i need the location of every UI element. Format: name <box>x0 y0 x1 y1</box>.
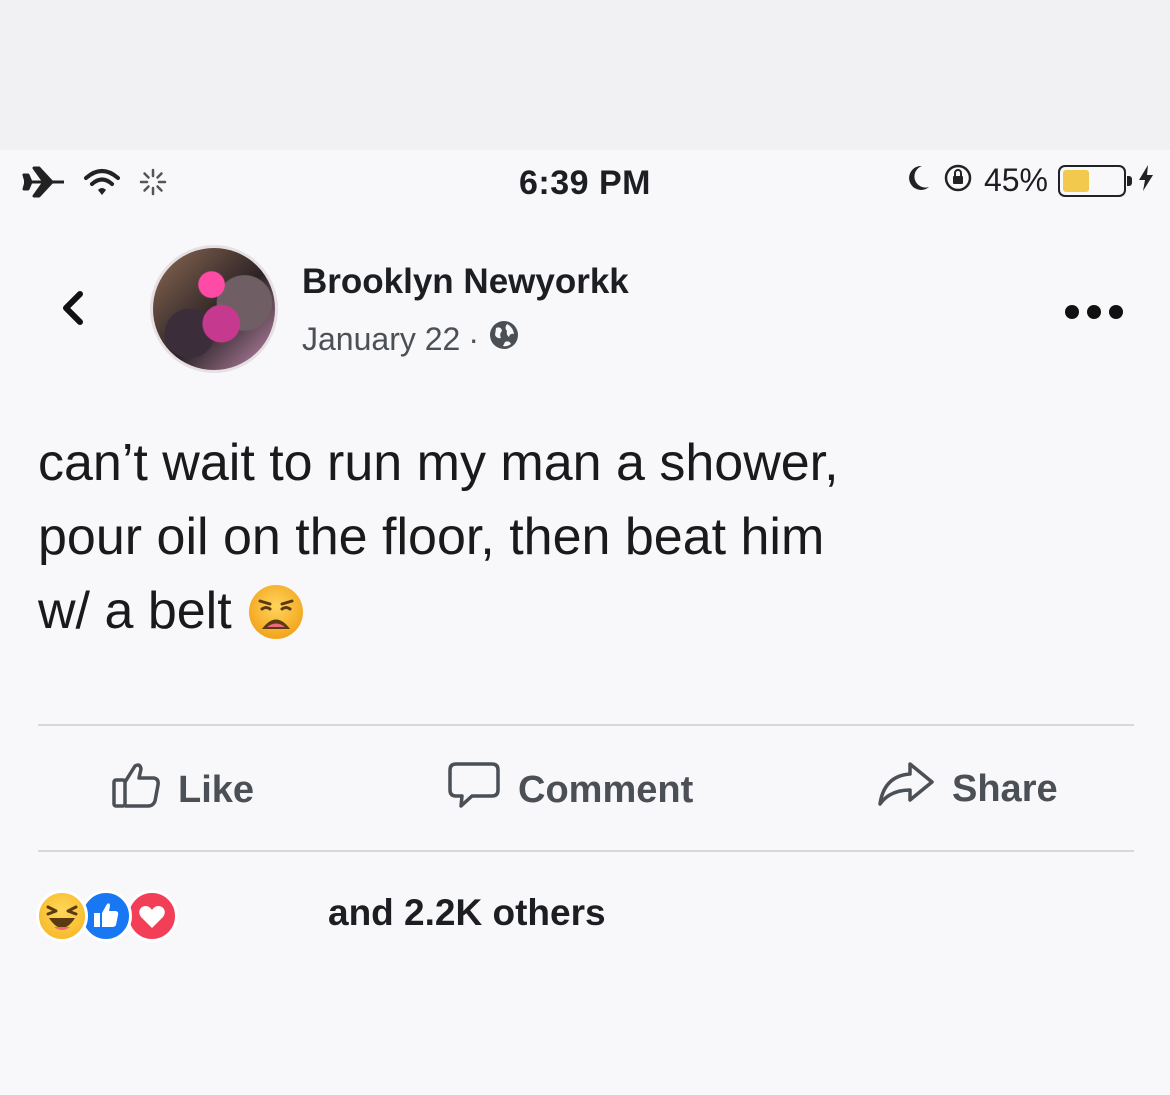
post-date[interactable]: January 22 <box>302 321 460 358</box>
divider-top <box>38 724 1134 726</box>
author-avatar[interactable] <box>150 245 278 373</box>
thumbs-up-icon <box>110 760 162 820</box>
divider-bottom <box>38 850 1134 852</box>
battery-icon <box>1058 164 1132 197</box>
reactions-summary[interactable] <box>36 890 196 946</box>
more-options-icon[interactable] <box>1062 302 1126 327</box>
author-name[interactable]: Brooklyn Newyorkk <box>302 262 629 302</box>
love-reaction-icon <box>126 890 178 942</box>
post-text: can’t wait to run my man a shower, pour … <box>38 426 1138 662</box>
comment-label: Comment <box>518 768 694 811</box>
like-button[interactable]: Like <box>110 760 254 820</box>
status-right-icons: 45% <box>904 162 1156 199</box>
share-button[interactable]: Share <box>876 760 1058 818</box>
share-label: Share <box>952 767 1058 810</box>
comment-button[interactable]: Comment <box>446 760 693 820</box>
share-arrow-icon <box>876 760 936 818</box>
battery-level-fill <box>1063 169 1089 192</box>
weary-face-emoji-icon <box>246 582 306 662</box>
like-label: Like <box>178 768 255 811</box>
top-blank-area <box>0 0 1170 150</box>
orientation-lock-icon <box>942 162 974 199</box>
meta-separator: · <box>468 320 479 357</box>
post-text-content: can’t wait to run my man a shower, pour … <box>38 434 839 640</box>
haha-reaction-icon <box>36 890 88 942</box>
charging-bolt-icon <box>1136 163 1156 198</box>
status-bar: 6:39 PM 45% <box>0 160 1170 208</box>
post-meta: January 22 · <box>302 318 521 360</box>
comment-bubble-icon <box>446 760 502 820</box>
battery-tip <box>1127 175 1132 186</box>
redacted-names <box>200 902 316 932</box>
battery-percent: 45% <box>983 162 1048 198</box>
back-chevron-icon[interactable] <box>56 288 90 333</box>
reaction-count-text[interactable]: and 2.2K others <box>328 892 606 934</box>
globe-icon <box>487 318 521 360</box>
moon-icon <box>904 163 932 198</box>
